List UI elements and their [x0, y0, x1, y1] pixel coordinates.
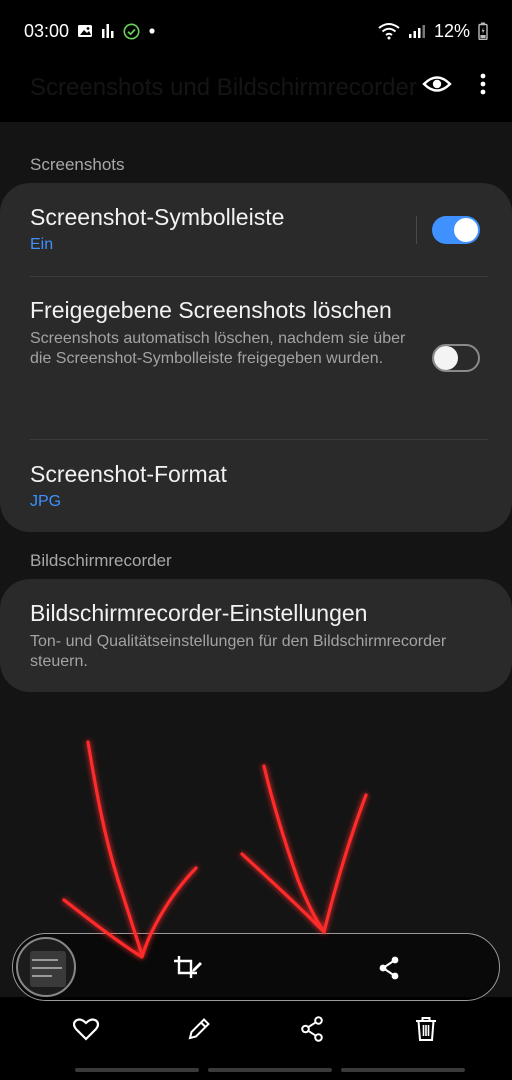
- crop-edit-icon[interactable]: [173, 954, 203, 982]
- recorder-card: Bildschirmrecorder-Einstellungen Ton- un…: [0, 579, 512, 692]
- divider: [30, 439, 488, 440]
- screenshot-toolbar: [12, 933, 500, 1001]
- nav-pill: [341, 1068, 465, 1072]
- setting-title: Screenshot-Symbolleiste: [30, 204, 285, 230]
- page-title: Screenshots und Bildschirmrecorder: [30, 74, 417, 101]
- screenshot-toolbar-toggle[interactable]: [432, 216, 480, 244]
- battery-percent: 12%: [433, 20, 470, 41]
- screenshots-card: Screenshot-Symbolleiste Ein Freigegebene…: [0, 183, 512, 532]
- status-left: 03:00: [24, 21, 156, 42]
- thumbnail-line: [32, 975, 52, 977]
- share-icon[interactable]: [297, 1014, 327, 1044]
- heart-icon[interactable]: [71, 1014, 101, 1044]
- wifi-icon: [378, 22, 400, 40]
- setting-screenshot-toolbar[interactable]: Screenshot-Symbolleiste Ein: [30, 203, 402, 254]
- setting-value: JPG: [30, 493, 62, 510]
- nav-pill: [208, 1068, 332, 1072]
- delete-shared-toggle[interactable]: [432, 344, 480, 372]
- app-bar: Screenshots und Bildschirmrecorder: [0, 62, 512, 122]
- setting-title: Freigegebene Screenshots löschen: [30, 297, 392, 323]
- bottom-action-bar: [0, 1000, 512, 1066]
- more-vert-icon[interactable]: [480, 72, 486, 96]
- divider: [30, 276, 488, 277]
- status-time: 03:00: [24, 20, 70, 41]
- trash-icon[interactable]: [411, 1014, 441, 1044]
- status-bar: 03:00 12%: [0, 0, 512, 62]
- setting-recorder-settings[interactable]: Bildschirmrecorder-Einstellungen Ton- un…: [30, 599, 488, 672]
- setting-description: Ton- und Qualitätseinstellungen für den …: [30, 633, 447, 670]
- toggle-knob: [434, 346, 458, 370]
- setting-title: Bildschirmrecorder-Einstellungen: [30, 600, 368, 626]
- dot-icon: [148, 27, 156, 35]
- app-bar-actions: [422, 72, 486, 96]
- setting-delete-shared[interactable]: Freigegebene Screenshots löschen Screens…: [30, 296, 422, 369]
- thumbnail-line: [32, 967, 62, 969]
- setting-screenshot-format[interactable]: Screenshot-Format JPG: [30, 460, 488, 511]
- share-icon[interactable]: [374, 954, 404, 982]
- section-title-recorder: Bildschirmrecorder: [30, 551, 172, 570]
- battery-icon: [478, 22, 488, 40]
- status-right: 12%: [378, 21, 488, 42]
- navigation-bar: [0, 1068, 512, 1074]
- gallery-icon: [77, 23, 93, 39]
- setting-description: Screenshots automatisch löschen, nachdem…: [30, 330, 406, 367]
- thumbnail-preview: [30, 951, 66, 987]
- toggle-knob: [454, 218, 478, 242]
- thumbnail-line: [32, 959, 58, 961]
- setting-status: Ein: [30, 236, 54, 253]
- pencil-icon[interactable]: [184, 1014, 214, 1044]
- screenshot-thumbnail[interactable]: [16, 937, 76, 997]
- toggle-separator: [416, 216, 417, 244]
- nav-pill: [75, 1068, 199, 1072]
- section-title-screenshots: Screenshots: [30, 155, 125, 174]
- signal-icon: [408, 23, 426, 39]
- setting-title: Screenshot-Format: [30, 461, 227, 487]
- check-circle-icon: [123, 23, 140, 40]
- eye-icon[interactable]: [422, 73, 452, 95]
- chart-icon: [101, 23, 115, 39]
